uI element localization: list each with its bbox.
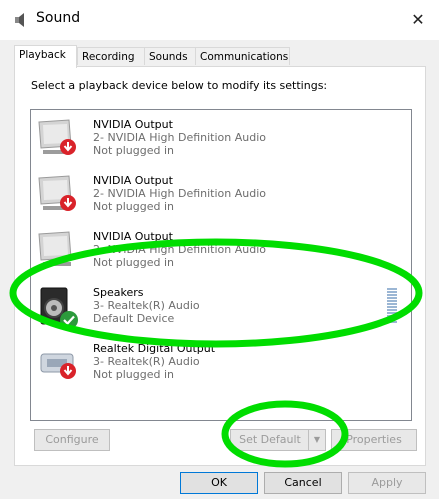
tab-communications[interactable]: Communications xyxy=(195,47,290,65)
title-bar: Sound ✕ xyxy=(0,0,439,40)
volume-level-meter xyxy=(387,288,397,324)
unplugged-red-arrow-icon xyxy=(60,363,76,379)
close-icon[interactable]: ✕ xyxy=(403,6,433,34)
list-item-nvidia-output-2[interactable]: NVIDIA Output 2- NVIDIA High Definition … xyxy=(31,168,411,224)
speaker-app-icon xyxy=(15,13,24,27)
default-green-check-icon xyxy=(60,311,78,329)
dialog-body: Playback Recording Sounds Communications… xyxy=(0,40,439,499)
device-driver: 3- Realtek(R) Audio xyxy=(93,355,200,368)
device-name: NVIDIA Output xyxy=(93,230,173,243)
device-name: NVIDIA Output xyxy=(93,174,173,187)
configure-button[interactable]: Configure xyxy=(34,429,110,451)
list-item-realtek-digital-output[interactable]: Realtek Digital Output 3- Realtek(R) Aud… xyxy=(31,336,411,392)
device-driver: 2- NVIDIA High Definition Audio xyxy=(93,131,267,144)
device-driver: 2- NVIDIA High Definition Audio xyxy=(93,187,267,200)
cancel-button[interactable]: Cancel xyxy=(264,472,342,494)
playback-panel: Select a playback device below to modify… xyxy=(14,66,426,466)
list-item-nvidia-output-1[interactable]: NVIDIA Output 2- NVIDIA High Definition … xyxy=(31,112,411,168)
device-driver: 3- Realtek(R) Audio xyxy=(93,299,200,312)
device-status: Not plugged in xyxy=(93,200,175,213)
device-name: Realtek Digital Output xyxy=(93,342,216,355)
device-list[interactable]: NVIDIA Output 2- NVIDIA High Definition … xyxy=(30,109,412,421)
device-name: NVIDIA Output xyxy=(93,118,173,131)
window-title: Sound xyxy=(36,10,81,26)
set-default-button[interactable]: Set Default ▼ xyxy=(230,429,326,451)
device-status: Not plugged in xyxy=(93,256,175,269)
unplugged-red-arrow-icon xyxy=(60,195,76,211)
device-driver: 2- NVIDIA High Definition Audio xyxy=(93,243,267,256)
set-default-label: Set Default xyxy=(239,433,301,446)
device-status: Default Device xyxy=(93,312,175,325)
ok-button[interactable]: OK xyxy=(180,472,258,494)
instruction-text: Select a playback device below to modify… xyxy=(31,79,328,92)
device-status: Not plugged in xyxy=(93,144,175,157)
tab-sounds[interactable]: Sounds xyxy=(144,47,196,65)
chevron-down-icon[interactable]: ▼ xyxy=(308,430,325,450)
apply-button[interactable]: Apply xyxy=(348,472,426,494)
properties-button[interactable]: Properties xyxy=(331,429,417,451)
monitor-icon xyxy=(37,228,81,274)
device-name: Speakers xyxy=(93,286,144,299)
tab-recording[interactable]: Recording xyxy=(77,47,145,65)
device-status: Not plugged in xyxy=(93,368,175,381)
tab-playback[interactable]: Playback xyxy=(14,45,77,68)
list-item-nvidia-output-3[interactable]: NVIDIA Output 2- NVIDIA High Definition … xyxy=(31,224,411,280)
list-item-speakers[interactable]: Speakers 3- Realtek(R) Audio Default Dev… xyxy=(31,280,411,336)
unplugged-red-arrow-icon xyxy=(60,139,76,155)
